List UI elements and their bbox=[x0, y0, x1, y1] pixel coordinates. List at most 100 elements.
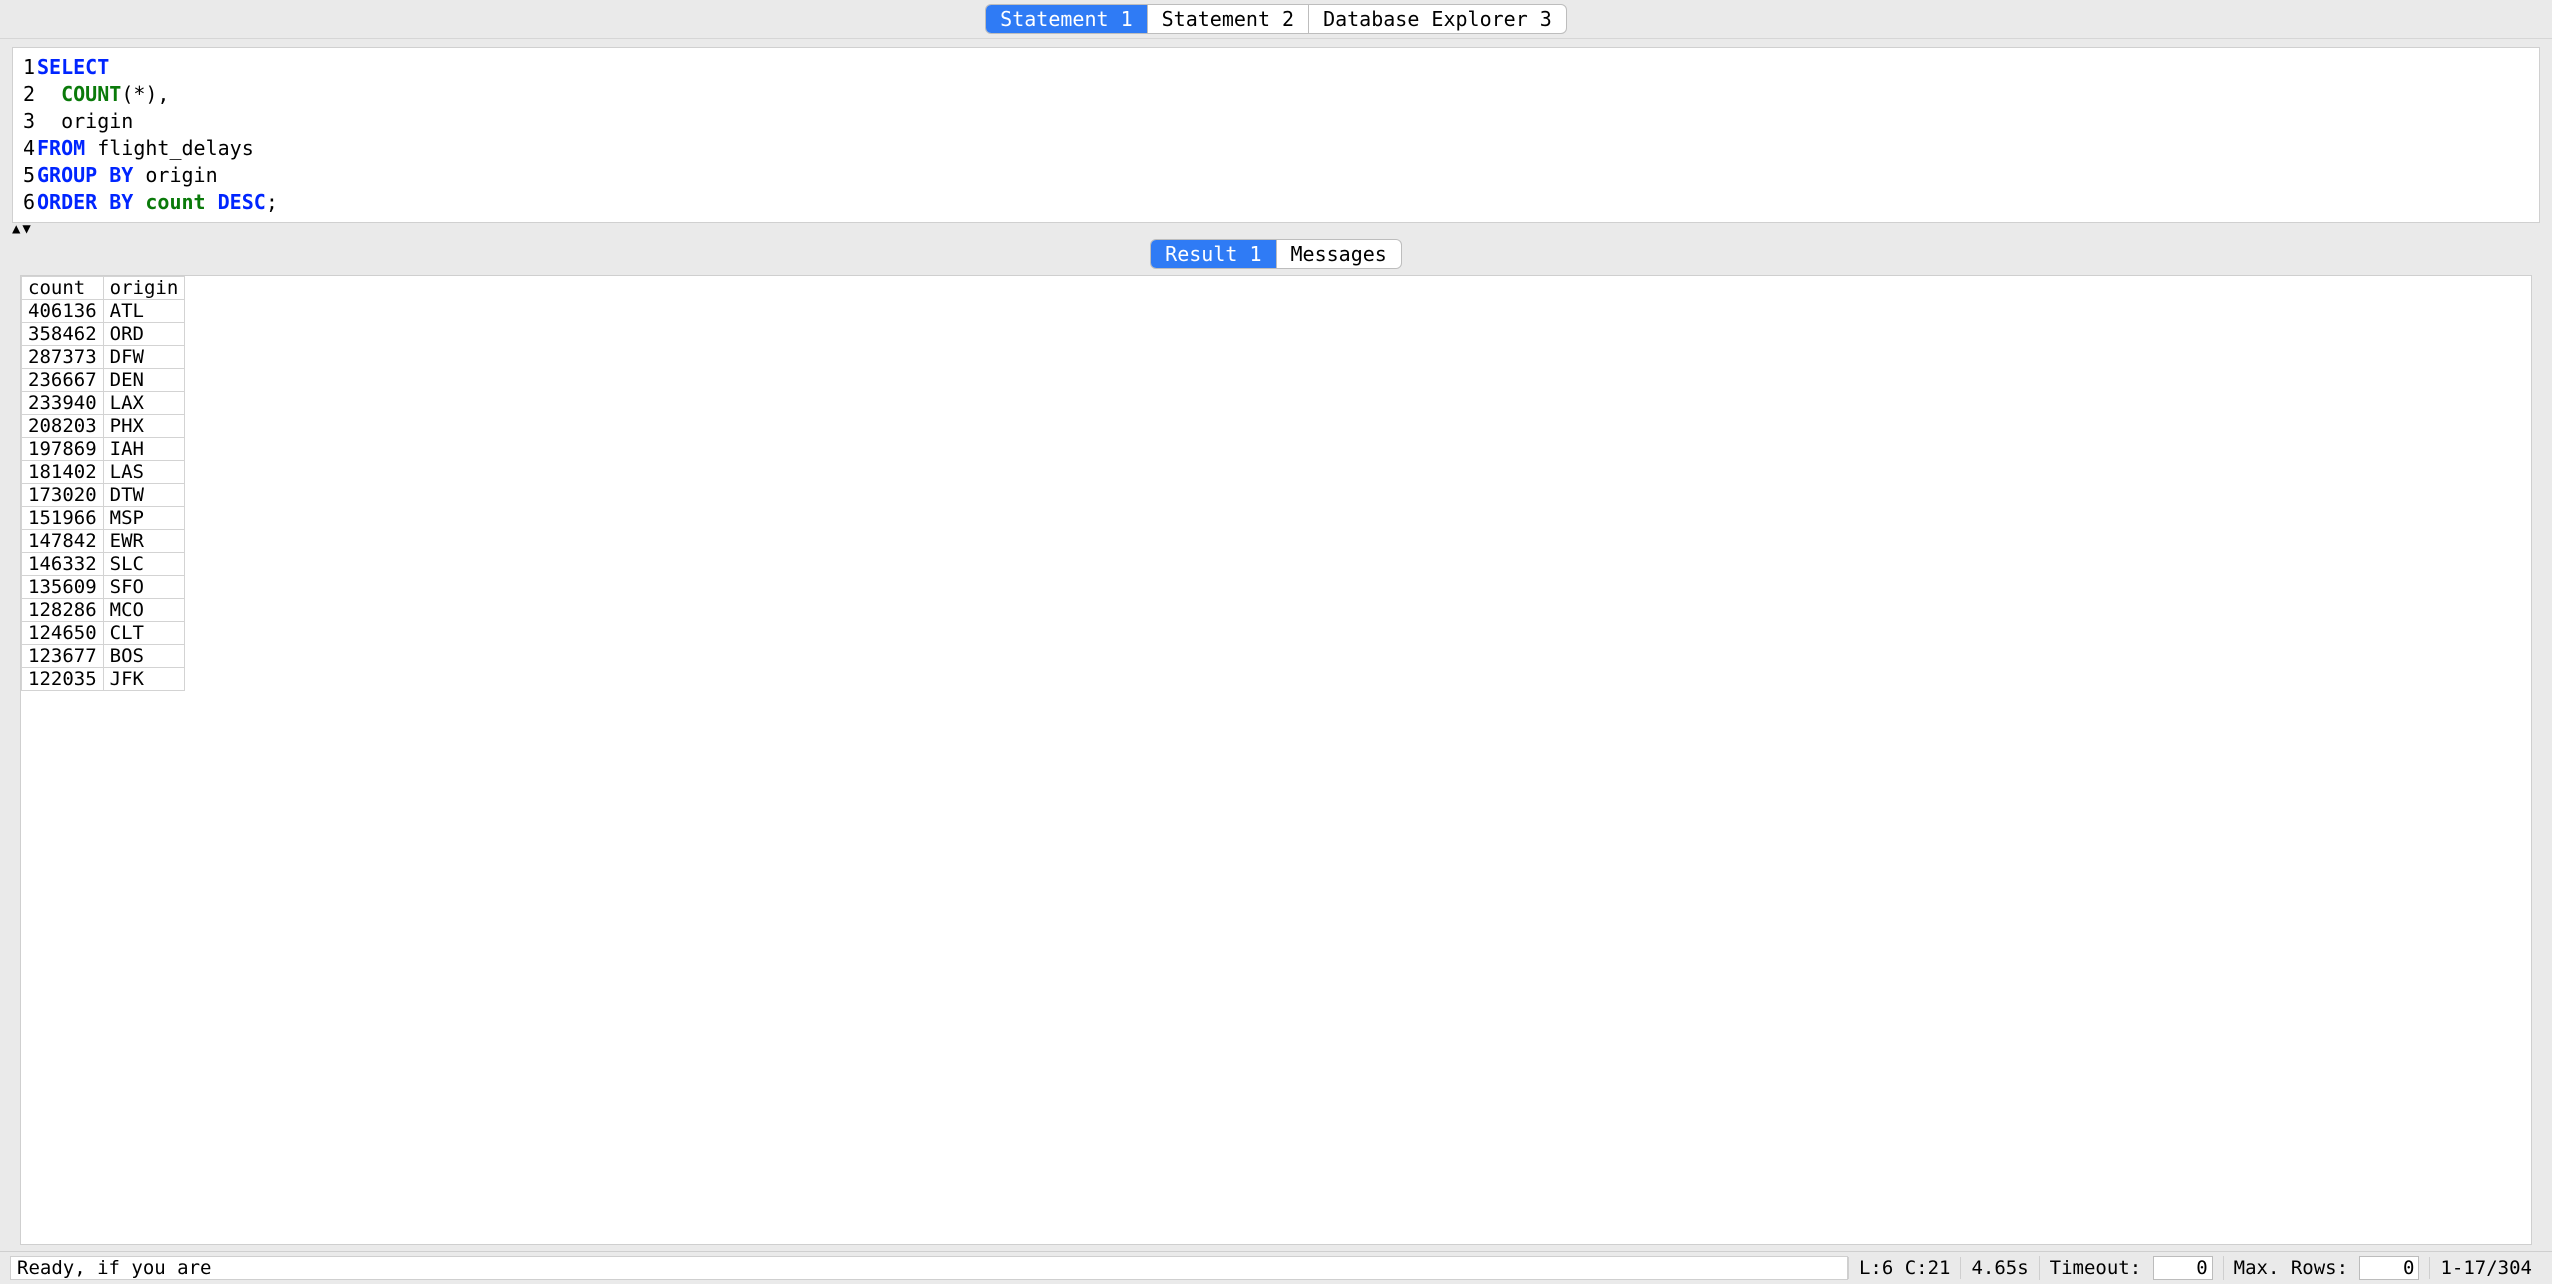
code-token: FROM bbox=[37, 136, 85, 160]
table-row[interactable]: 181402LAS bbox=[22, 461, 185, 484]
table-row[interactable]: 287373DFW bbox=[22, 346, 185, 369]
timeout-label: Timeout: bbox=[2050, 1257, 2142, 1279]
pane-splitter[interactable]: ▲▼ bbox=[0, 223, 2552, 235]
results-scroll-area[interactable]: countorigin406136ATL358462ORD287373DFW23… bbox=[20, 275, 2532, 1245]
top-tab-group: Statement 1Statement 2Database Explorer … bbox=[985, 4, 1567, 34]
column-header[interactable]: count bbox=[22, 277, 104, 300]
table-cell: 233940 bbox=[22, 392, 104, 415]
code-token: ORDER BY bbox=[37, 190, 133, 214]
maxrows-input[interactable] bbox=[2359, 1256, 2419, 1280]
table-cell: 181402 bbox=[22, 461, 104, 484]
status-exec-time: 4.65s bbox=[1960, 1257, 2038, 1279]
table-row[interactable]: 122035JFK bbox=[22, 668, 185, 691]
table-cell: 208203 bbox=[22, 415, 104, 438]
table-cell: LAX bbox=[103, 392, 185, 415]
table-row[interactable]: 147842EWR bbox=[22, 530, 185, 553]
tab-statement-2[interactable]: Statement 2 bbox=[1147, 5, 1308, 33]
code-token: flight_delays bbox=[85, 136, 254, 160]
table-cell: MCO bbox=[103, 599, 185, 622]
table-cell: 124650 bbox=[22, 622, 104, 645]
table-cell: IAH bbox=[103, 438, 185, 461]
table-cell: 236667 bbox=[22, 369, 104, 392]
table-cell: MSP bbox=[103, 507, 185, 530]
table-cell: 135609 bbox=[22, 576, 104, 599]
table-cell: 146332 bbox=[22, 553, 104, 576]
code-token: GROUP BY bbox=[37, 163, 133, 187]
code-token bbox=[206, 190, 218, 214]
code-token: COUNT bbox=[61, 82, 121, 106]
table-row[interactable]: 197869IAH bbox=[22, 438, 185, 461]
table-row[interactable]: 233940LAX bbox=[22, 392, 185, 415]
table-cell: PHX bbox=[103, 415, 185, 438]
code-token: SELECT bbox=[37, 55, 109, 79]
tab-messages[interactable]: Messages bbox=[1276, 240, 1401, 268]
status-row-range: 1-17/304 bbox=[2429, 1257, 2542, 1279]
table-cell: DFW bbox=[103, 346, 185, 369]
status-timeout: Timeout: bbox=[2039, 1256, 2223, 1280]
code-token: (*), bbox=[121, 82, 169, 106]
code-token: DESC bbox=[218, 190, 266, 214]
table-cell: EWR bbox=[103, 530, 185, 553]
line-number: 5 bbox=[21, 162, 35, 189]
editor-panel: 1SELECT2 COUNT(*),3 origin4FROM flight_d… bbox=[0, 39, 2552, 223]
table-row[interactable]: 128286MCO bbox=[22, 599, 185, 622]
table-row[interactable]: 151966MSP bbox=[22, 507, 185, 530]
column-header[interactable]: origin bbox=[103, 277, 185, 300]
table-cell: BOS bbox=[103, 645, 185, 668]
table-row[interactable]: 208203PHX bbox=[22, 415, 185, 438]
maxrows-label: Max. Rows: bbox=[2234, 1257, 2348, 1279]
code-token: count bbox=[145, 190, 205, 214]
table-row[interactable]: 358462ORD bbox=[22, 323, 185, 346]
table-cell: SLC bbox=[103, 553, 185, 576]
table-cell: 122035 bbox=[22, 668, 104, 691]
tab-result-1[interactable]: Result 1 bbox=[1151, 240, 1275, 268]
line-number: 3 bbox=[21, 108, 35, 135]
status-bar: Ready, if you are L:6 C:21 4.65s Timeout… bbox=[0, 1251, 2552, 1284]
status-message: Ready, if you are bbox=[10, 1256, 1848, 1280]
code-token: origin bbox=[37, 109, 133, 133]
table-cell: 358462 bbox=[22, 323, 104, 346]
status-cursor-position: L:6 C:21 bbox=[1848, 1257, 1961, 1279]
code-token bbox=[37, 82, 61, 106]
result-tab-group: Result 1Messages bbox=[1150, 239, 1402, 269]
table-cell: 197869 bbox=[22, 438, 104, 461]
sql-editor[interactable]: 1SELECT2 COUNT(*),3 origin4FROM flight_d… bbox=[12, 47, 2540, 223]
table-cell: 151966 bbox=[22, 507, 104, 530]
code-token bbox=[133, 190, 145, 214]
line-number: 2 bbox=[21, 81, 35, 108]
table-row[interactable]: 123677BOS bbox=[22, 645, 185, 668]
table-cell: 147842 bbox=[22, 530, 104, 553]
results-table: countorigin406136ATL358462ORD287373DFW23… bbox=[21, 276, 185, 691]
table-cell: DEN bbox=[103, 369, 185, 392]
table-row[interactable]: 135609SFO bbox=[22, 576, 185, 599]
table-cell: 128286 bbox=[22, 599, 104, 622]
table-cell: ATL bbox=[103, 300, 185, 323]
table-cell: 406136 bbox=[22, 300, 104, 323]
table-row[interactable]: 236667DEN bbox=[22, 369, 185, 392]
tab-database-explorer-3[interactable]: Database Explorer 3 bbox=[1308, 5, 1566, 33]
table-row[interactable]: 146332SLC bbox=[22, 553, 185, 576]
table-cell: LAS bbox=[103, 461, 185, 484]
table-cell: 123677 bbox=[22, 645, 104, 668]
line-number: 1 bbox=[21, 54, 35, 81]
table-cell: 173020 bbox=[22, 484, 104, 507]
results-panel: countorigin406136ATL358462ORD287373DFW23… bbox=[0, 275, 2552, 1251]
code-token: origin bbox=[133, 163, 217, 187]
table-cell: CLT bbox=[103, 622, 185, 645]
table-cell: DTW bbox=[103, 484, 185, 507]
tab-statement-1[interactable]: Statement 1 bbox=[986, 5, 1146, 33]
line-number: 4 bbox=[21, 135, 35, 162]
table-cell: ORD bbox=[103, 323, 185, 346]
line-number: 6 bbox=[21, 189, 35, 216]
table-cell: JFK bbox=[103, 668, 185, 691]
table-row[interactable]: 124650CLT bbox=[22, 622, 185, 645]
code-token: ; bbox=[266, 190, 278, 214]
table-row[interactable]: 173020DTW bbox=[22, 484, 185, 507]
timeout-input[interactable] bbox=[2153, 1256, 2213, 1280]
top-tab-bar: Statement 1Statement 2Database Explorer … bbox=[0, 0, 2552, 39]
result-tab-bar: Result 1Messages bbox=[0, 235, 2552, 275]
table-cell: SFO bbox=[103, 576, 185, 599]
table-cell: 287373 bbox=[22, 346, 104, 369]
table-row[interactable]: 406136ATL bbox=[22, 300, 185, 323]
status-maxrows: Max. Rows: bbox=[2223, 1256, 2430, 1280]
